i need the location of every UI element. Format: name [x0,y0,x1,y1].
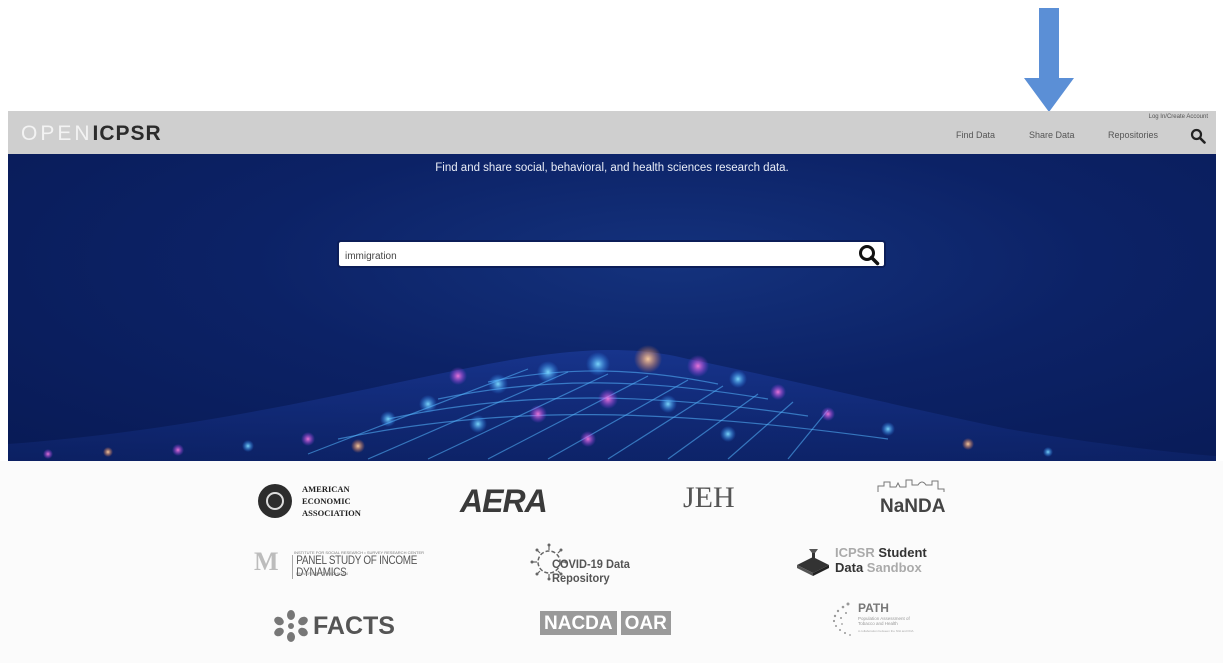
hero-background-lights [8,345,1216,461]
oar-text: OAR [620,611,671,635]
sandbox-title-line1: ICPSR Student [835,545,927,560]
main-search-box [337,240,886,268]
nav-find-data[interactable]: Find Data [956,130,995,140]
sandbox-data-text: Data [835,560,867,575]
search-submit-icon[interactable] [858,244,880,266]
search-input[interactable] [343,247,847,265]
partner-aea-logo[interactable]: AMERICAN ECONOMIC ASSOCIATION [258,481,388,521]
search-icon[interactable] [1190,128,1206,144]
aea-logo-text: AMERICAN ECONOMIC ASSOCIATION [302,484,361,518]
covid-logo-text: COVID-19 Data Repository [552,557,630,585]
top-navigation-bar: OPENICPSR Log In/Create Account Find Dat… [8,111,1216,154]
nav-repositories[interactable]: Repositories [1108,130,1158,140]
sandbox-icon [797,549,829,576]
partner-covid-repository-logo[interactable]: COVID-19 Data Repository [530,543,695,585]
aea-seal-icon [258,484,292,518]
sandbox-sandbox-text: Sandbox [866,560,922,575]
partner-aera-logo[interactable]: AERA [460,483,548,520]
path-dots-icon [832,602,851,636]
partner-path-logo[interactable]: PATH Population Assessment of Tobacco an… [832,599,932,641]
sandbox-student-text: Student [874,545,927,560]
path-note-text: A collaboration between the NIH and FDA [858,629,914,633]
logo-open-text: OPEN [21,122,93,145]
hero-banner: Find and share social, behavioral, and h… [8,154,1216,461]
partner-nanda-logo[interactable]: NaNDA [872,477,952,517]
facts-cluster-icon [274,610,308,642]
nanda-logo-text: NaNDA [880,496,946,517]
partner-psid-logo[interactable]: M INSTITUTE FOR SOCIAL RESEARCH • SURVEY… [254,547,464,579]
hero-tagline: Find and share social, behavioral, and h… [435,162,789,174]
sandbox-icpsr-text: ICPSR [835,545,875,560]
path-logo-text: PATH [858,601,889,615]
partner-student-data-sandbox-logo[interactable]: ICPSR Student Data Sandbox [795,545,940,579]
path-subtitle-text: Population Assessment of Tobacco and Hea… [858,616,910,626]
nanda-skyline-icon [877,479,945,492]
logo-icpsr-text: ICPSR [92,122,162,145]
sandbox-title-line2: Data Sandbox [835,560,922,575]
partner-logos-section: AMERICAN ECONOMIC ASSOCIATION AERA JEH N… [0,461,1223,663]
annotation-arrow-icon [1024,8,1074,112]
nav-share-data[interactable]: Share Data [1029,130,1075,140]
partner-nacda-oar-logo[interactable]: NACDA OAR [540,611,671,637]
umich-m-icon: M [254,547,279,576]
partner-facts-logo[interactable]: FACTS [273,607,423,643]
psid-university-text: UNIVERSITY OF MICHIGAN [296,571,348,576]
openicpsr-logo[interactable]: OPENICPSR [21,122,162,146]
nacda-text: NACDA [540,611,617,635]
login-create-account-link[interactable]: Log In/Create Account [1149,114,1208,120]
partner-jeh-logo[interactable]: JEH [683,481,735,515]
facts-logo-text: FACTS [313,612,395,640]
